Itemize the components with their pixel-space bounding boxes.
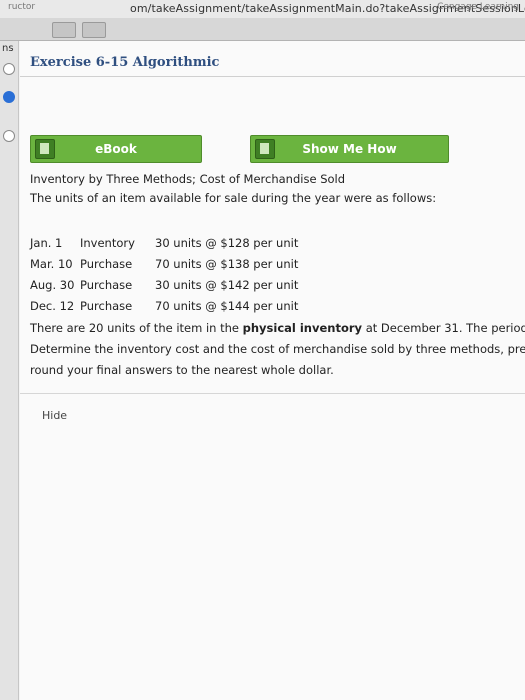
ebook-button[interactable]: eBook bbox=[30, 135, 202, 163]
instruction-line-2: Determine the inventory cost and the cos… bbox=[30, 342, 525, 356]
tab-fragment-left: ructor bbox=[8, 2, 36, 12]
hide-link[interactable]: Hide bbox=[42, 409, 67, 422]
inventory-date: Mar. 10 bbox=[30, 257, 73, 271]
toolbar bbox=[0, 18, 525, 41]
address-bar[interactable]: ructor om/takeAssignment/takeAssignmentM… bbox=[0, 0, 525, 19]
show-me-how-label: Show Me How bbox=[302, 142, 397, 156]
question-sidebar: ns bbox=[0, 41, 19, 700]
exercise-title: Exercise 6-15 Algorithmic bbox=[30, 55, 220, 70]
problem-intro: The units of an item available for sale … bbox=[30, 191, 437, 205]
inventory-date: Jan. 1 bbox=[30, 236, 63, 250]
inventory-qty: 30 units @ $142 per unit bbox=[155, 278, 299, 292]
inventory-type: Purchase bbox=[80, 299, 133, 313]
inventory-date: Dec. 12 bbox=[30, 299, 75, 313]
content-divider bbox=[20, 393, 525, 394]
ebook-button-label: eBook bbox=[95, 142, 137, 156]
instruction-line-1: There are 20 units of the item in the ph… bbox=[30, 321, 525, 335]
sidebar-label: ns bbox=[2, 43, 14, 54]
instruction-line-3: round your final answers to the nearest … bbox=[30, 363, 334, 377]
inventory-qty: 30 units @ $128 per unit bbox=[155, 236, 299, 250]
inventory-type: Purchase bbox=[80, 278, 133, 292]
title-divider bbox=[20, 76, 525, 77]
main-content: Exercise 6-15 Algorithmic eBook Show Me … bbox=[20, 41, 525, 700]
inventory-qty: 70 units @ $144 per unit bbox=[155, 299, 299, 313]
instruction-bold: physical inventory bbox=[242, 321, 363, 335]
show-me-how-button[interactable]: Show Me How bbox=[250, 135, 449, 163]
inventory-qty: 70 units @ $138 per unit bbox=[155, 257, 299, 271]
question-radio[interactable] bbox=[3, 130, 15, 142]
tab-fragment-right: Cengage Learning bbox=[437, 2, 519, 12]
instruction-post: at December 31. The periodic inventory s… bbox=[365, 321, 525, 335]
question-radio[interactable] bbox=[3, 63, 15, 75]
inventory-type: Purchase bbox=[80, 257, 133, 271]
instruction-pre: There are 20 units of the item in the bbox=[30, 321, 243, 335]
question-radio-selected[interactable] bbox=[3, 91, 15, 103]
problem-heading: Inventory by Three Methods; Cost of Merc… bbox=[30, 172, 346, 186]
screen: ructor om/takeAssignment/takeAssignmentM… bbox=[0, 0, 525, 700]
keyboard-icon[interactable] bbox=[82, 22, 106, 38]
inventory-type: Inventory bbox=[80, 236, 135, 250]
calculator-icon[interactable] bbox=[52, 22, 76, 38]
inventory-date: Aug. 30 bbox=[30, 278, 75, 292]
